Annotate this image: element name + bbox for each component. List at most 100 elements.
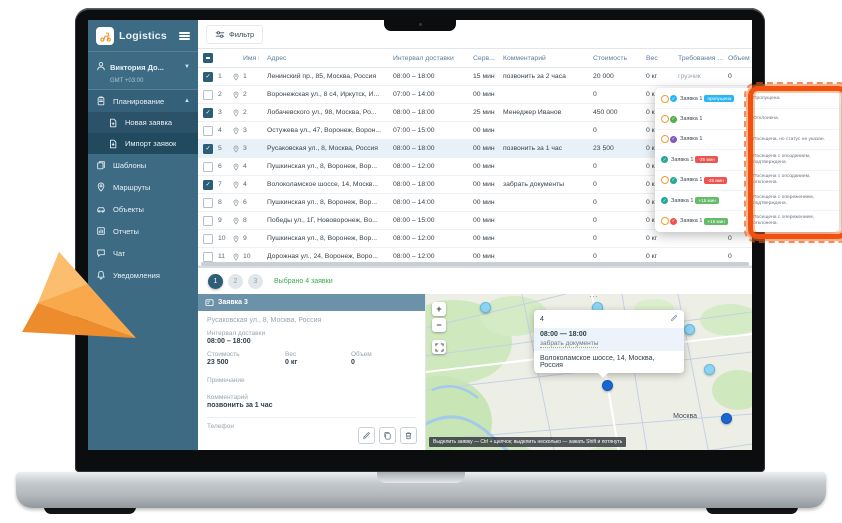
sidebar-item-reports[interactable]: Отчеты — [88, 220, 198, 242]
row-checkbox[interactable] — [198, 90, 218, 100]
legend-request-label: Заявка 1 — [671, 198, 693, 204]
popup-comment[interactable]: забрать документы — [540, 340, 598, 348]
sidebar-item-routes[interactable]: Маршруты — [88, 176, 198, 198]
col-weight[interactable]: Вес — [646, 55, 678, 62]
user-menu[interactable]: Виктория До... ▼ GMT +03:00 — [88, 52, 198, 90]
delete-button[interactable] — [400, 427, 417, 444]
select-all-checkbox[interactable] — [203, 53, 213, 63]
page-button-1[interactable]: 1 — [208, 274, 223, 289]
main-panel: Фильтр Имя Адрес Интервал доставки Серв.… — [198, 20, 752, 450]
pencil-icon — [362, 431, 371, 440]
expand-icon — [435, 343, 444, 352]
row-checkbox[interactable] — [198, 72, 218, 82]
row-service: 00 мин — [473, 127, 503, 134]
popup-title: 4 — [540, 316, 544, 323]
chat-bubble-icon — [96, 248, 107, 258]
row-checkbox[interactable] — [198, 234, 218, 244]
status-dot-icon: ✓ — [670, 218, 677, 225]
row-service: 00 мин — [473, 163, 503, 170]
popup-edit-button[interactable] — [670, 314, 678, 324]
sidebar-menu: Планирование ▲ Новая заявка Импорт заяво… — [88, 90, 198, 450]
col-service[interactable]: Серв... — [473, 55, 503, 62]
status-dot-icon: ✓ — [661, 156, 668, 163]
sidebar-item-new-request[interactable]: Новая заявка — [88, 112, 198, 133]
location-pin-icon — [233, 127, 239, 135]
note-label: Примечание — [207, 377, 416, 384]
laptop-base — [16, 472, 826, 508]
row-number: 2 — [218, 91, 231, 98]
table-row[interactable]: 109Пушкинская ул., 8, Воронеж, Вор...08:… — [198, 230, 752, 248]
menu-toggle-icon[interactable] — [179, 30, 190, 42]
sidebar-item-label: Чат — [113, 249, 125, 258]
row-name: 3 — [243, 145, 267, 152]
status-dot-icon: ✓ — [670, 95, 677, 102]
sidebar-item-import-requests[interactable]: Импорт заявок — [88, 133, 198, 154]
row-cost: 450 000 — [593, 109, 646, 116]
details-header: Заявка 3 — [198, 294, 425, 311]
row-cost: 0 — [593, 217, 646, 224]
filter-button[interactable]: Фильтр — [206, 25, 263, 44]
legend-row: ✓Заявка 1+15 минПосещена с опережением, … — [655, 211, 839, 230]
row-cost: 20 000 — [593, 73, 646, 80]
map-marker-light[interactable] — [684, 324, 695, 335]
duplicate-button[interactable] — [379, 427, 396, 444]
col-interval[interactable]: Интервал доставки — [393, 55, 473, 62]
row-address: Волоколамское шоссе, 14, Москв... — [267, 181, 393, 188]
col-cost[interactable]: Стоимость — [593, 55, 646, 62]
row-service: 25 мин — [473, 109, 503, 116]
page-button-2[interactable]: 2 — [228, 274, 243, 289]
scooter-logo-icon — [96, 27, 114, 45]
row-checkbox[interactable] — [198, 108, 218, 118]
sidebar-item-objects[interactable]: Объекты — [88, 198, 198, 220]
horizontal-scrollbar[interactable] — [201, 262, 749, 266]
location-pin-icon — [233, 91, 239, 99]
details-actions — [358, 427, 417, 444]
col-volume[interactable]: Объем — [728, 55, 752, 62]
table-row[interactable]: 11Ленинский пр., 85, Москва, Россия08:00… — [198, 68, 752, 86]
table-header: Имя Адрес Интервал доставки Серв... Комм… — [198, 49, 752, 68]
map-marker-light[interactable] — [704, 364, 715, 375]
camera-dot — [419, 23, 422, 26]
row-checkbox[interactable] — [198, 198, 218, 208]
row-checkbox[interactable] — [198, 216, 218, 226]
col-name[interactable]: Имя — [243, 55, 267, 62]
row-checkbox[interactable] — [198, 126, 218, 136]
col-comment[interactable]: Комментарий — [503, 55, 593, 62]
sidebar-item-label: Планирование — [113, 97, 178, 106]
request-details-panel: Заявка 3 Русаковская ул., 8, Москва, Рос… — [198, 294, 426, 450]
map-marker-light[interactable] — [480, 302, 491, 313]
row-checkbox[interactable] — [198, 252, 218, 262]
row-address: Пушкинская ул., 8, Воронеж, Вор... — [267, 199, 393, 206]
sidebar-item-chat[interactable]: Чат — [88, 242, 198, 264]
zoom-in-button[interactable]: + — [432, 302, 446, 316]
pages: 123 — [208, 274, 263, 289]
sidebar-item-templates[interactable]: Шаблоны — [88, 154, 198, 176]
row-checkbox[interactable] — [198, 144, 218, 154]
fullscreen-button[interactable] — [432, 340, 446, 354]
map-marker-dark[interactable] — [602, 380, 613, 391]
row-address: Пушкинская ул., 8, Воронеж, Вор... — [267, 163, 393, 170]
legend-request-label: Заявка 1 — [671, 157, 693, 163]
legend-request-label: Заявка 1 — [680, 218, 702, 224]
status-badge: +15 мин — [704, 218, 727, 225]
row-name: 2 — [243, 91, 267, 98]
row-checkbox[interactable] — [198, 162, 218, 172]
bar-chart-icon — [96, 226, 107, 236]
row-address: Победы ул., 1Г, Нововоронеж, Во... — [267, 217, 393, 224]
status-badge: -25 мин — [704, 177, 726, 184]
row-checkbox[interactable] — [198, 180, 218, 190]
map[interactable]: + − 4 08:00 — 18:00 забрать документы — [426, 294, 752, 450]
clock-icon — [661, 135, 669, 143]
panel-drag-handle[interactable] — [589, 294, 599, 302]
row-cost: 0 — [593, 253, 646, 260]
comment-value: позвонить за 1 час — [207, 402, 416, 409]
pagination-bar: 123 Выбрано 4 заявки — [198, 266, 752, 294]
sidebar-item-planning[interactable]: Планирование ▲ — [88, 90, 198, 112]
sidebar-item-notifications[interactable]: Уведомления — [88, 264, 198, 286]
map-marker-dark[interactable] — [721, 413, 732, 424]
page-button-3[interactable]: 3 — [248, 274, 263, 289]
col-requirements[interactable]: Требования ... — [678, 55, 728, 62]
col-address[interactable]: Адрес — [267, 55, 393, 62]
edit-button[interactable] — [358, 427, 375, 444]
zoom-out-button[interactable]: − — [432, 318, 446, 332]
